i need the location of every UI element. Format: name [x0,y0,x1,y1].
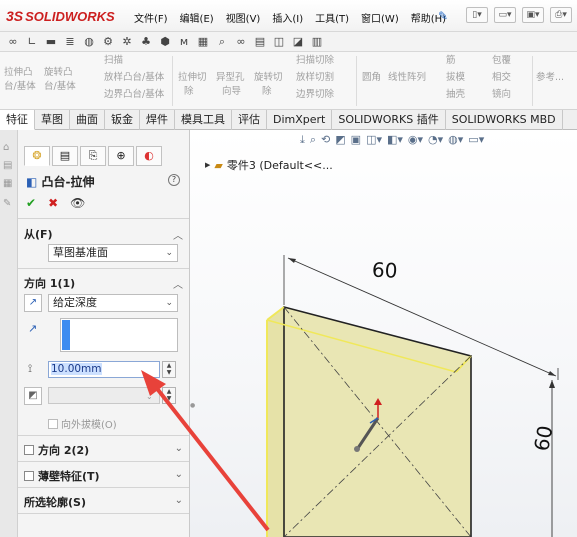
annotation-arrow [141,370,270,532]
height-dimension-value[interactable]: 60 [529,424,557,453]
height-dimension[interactable]: 60 [529,380,557,537]
width-dimension-value[interactable]: 60 [371,257,398,282]
model-viewport-drawing: 60 60 [141,255,559,537]
